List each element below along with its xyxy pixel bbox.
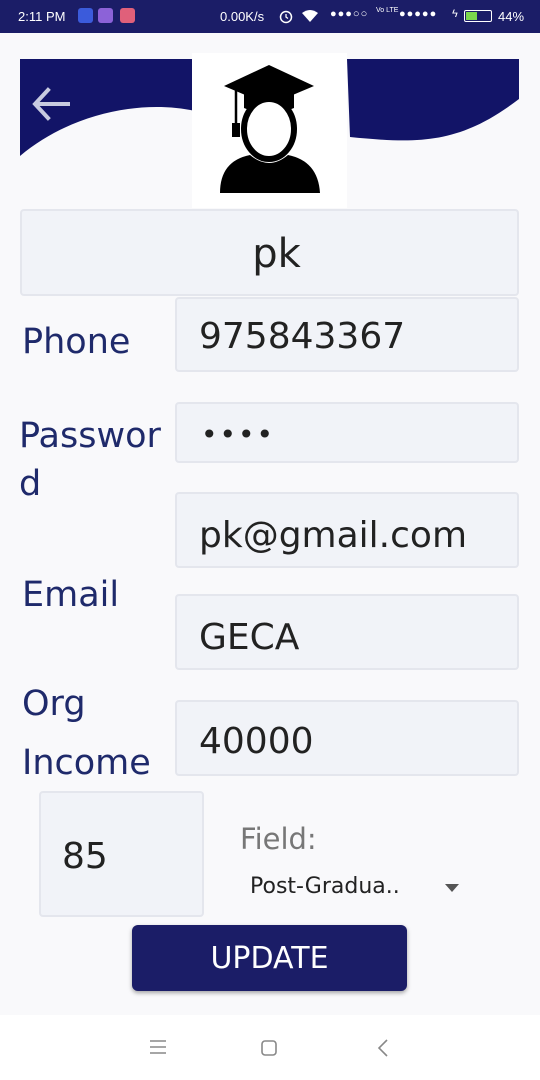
- network-speed: 0.00K/s: [220, 9, 265, 24]
- square-home-icon[interactable]: [260, 1039, 278, 1057]
- chevron-left-icon[interactable]: [376, 1038, 390, 1058]
- password-label-line1: Passwor: [19, 416, 161, 456]
- wifi-icon: [302, 10, 318, 22]
- phone-label: Phone: [22, 322, 131, 362]
- signal-strength-2: ●●●●●: [399, 8, 438, 20]
- email-field[interactable]: pk@gmail.com: [175, 492, 519, 568]
- income-label: Income: [22, 743, 151, 783]
- score-field[interactable]: 85: [39, 791, 204, 917]
- charging-icon: ϟ: [452, 8, 458, 20]
- password-label-line2: d: [19, 464, 42, 504]
- org-label: Org: [22, 684, 86, 724]
- password-field[interactable]: ••••: [175, 402, 519, 463]
- update-button[interactable]: UPDATE: [132, 925, 407, 991]
- status-bar: 2:11 PM 0.00K/s ●●●○○ Vo LTE ●●●●● ϟ 44%: [0, 0, 540, 33]
- navigation-bar: [0, 1015, 540, 1080]
- income-field[interactable]: 40000: [175, 700, 519, 776]
- battery-icon: [464, 10, 492, 22]
- profile-avatar[interactable]: [192, 53, 347, 208]
- field-label: Field:: [240, 822, 317, 856]
- notification-icon-1: [78, 8, 93, 23]
- back-arrow-icon[interactable]: [30, 86, 72, 122]
- field-dropdown[interactable]: Post-Gradua..: [250, 870, 466, 904]
- menu-icon[interactable]: [149, 1039, 167, 1055]
- field-dropdown-value: Post-Gradua..: [250, 874, 400, 899]
- org-field[interactable]: GECA: [175, 594, 519, 670]
- battery-fill: [466, 12, 477, 20]
- email-label: Email: [22, 575, 120, 615]
- signal-strength-1: ●●●○○: [330, 8, 369, 20]
- battery-percent: 44%: [498, 9, 525, 24]
- alarm-icon: [279, 10, 293, 24]
- notification-icon-2: [98, 8, 113, 23]
- name-field[interactable]: pk: [20, 209, 519, 296]
- graduate-user-icon: [220, 65, 320, 193]
- status-time: 2:11 PM: [18, 9, 66, 24]
- network-type: Vo LTE: [376, 7, 399, 14]
- phone-field[interactable]: 975843367: [175, 297, 519, 372]
- dropdown-caret-icon: [445, 884, 459, 892]
- notification-icon-3: [120, 8, 135, 23]
